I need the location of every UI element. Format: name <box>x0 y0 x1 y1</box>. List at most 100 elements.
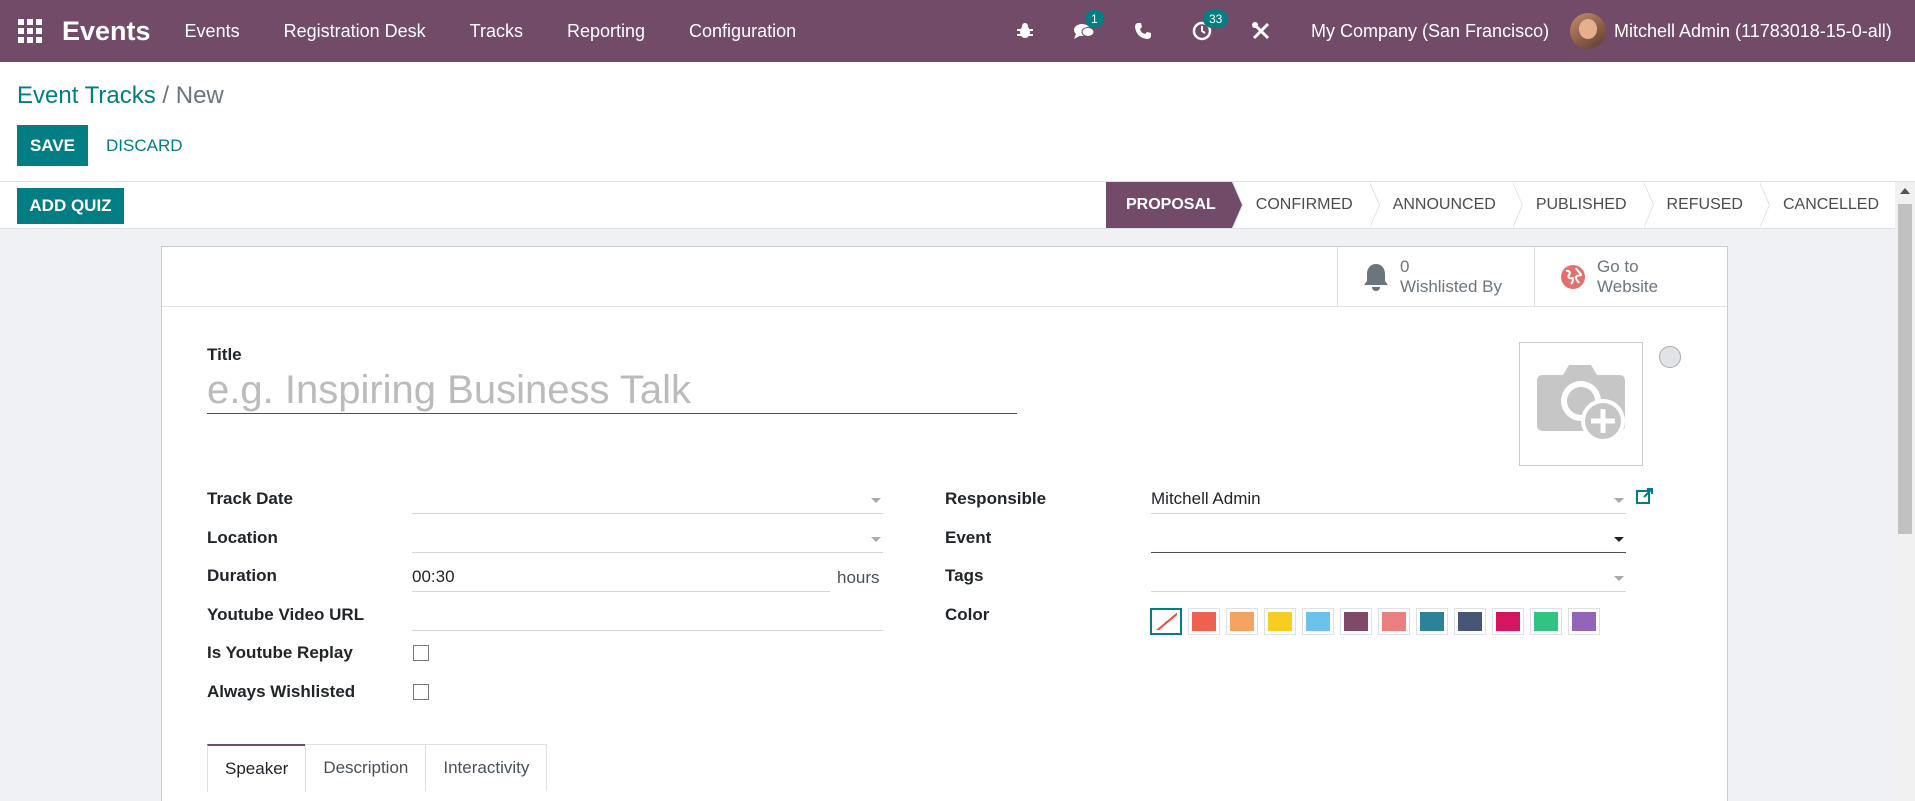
tab-description[interactable]: Description <box>305 744 427 791</box>
color-swatch[interactable] <box>1226 608 1258 635</box>
title-input[interactable] <box>207 368 1017 414</box>
youtube-url-label: Youtube Video URL <box>207 605 365 624</box>
stage-confirmed[interactable]: CONFIRMED <box>1232 182 1380 228</box>
wishlist-label: Wishlisted By <box>1400 277 1503 296</box>
menu-item-reporting[interactable]: Reporting <box>567 21 645 42</box>
tab-speaker[interactable]: Speaker <box>207 744 307 792</box>
user-menu[interactable]: Mitchell Admin (11783018-15-0-all) <box>1570 0 1892 62</box>
smart-button-box: 0 Wishlisted By Go to Website <box>162 247 1727 307</box>
chevron-down-icon <box>871 498 881 503</box>
tags-label: Tags <box>945 566 984 585</box>
youtube-replay-checkbox[interactable] <box>413 645 429 661</box>
website-line2: Website <box>1597 277 1659 296</box>
form-statusbar: ADD QUIZ PROPOSAL CONFIRMED ANNOUNCED PU… <box>0 182 1895 229</box>
youtube-url-input[interactable] <box>412 601 883 631</box>
bell-icon <box>1356 262 1396 292</box>
duration-label: Duration <box>207 566 277 585</box>
color-swatch[interactable] <box>1416 608 1448 635</box>
duration-unit: hours <box>837 568 880 587</box>
color-picker <box>1150 608 1606 635</box>
track-image-upload[interactable] <box>1519 342 1643 466</box>
kanban-state-indicator[interactable] <box>1659 346 1681 368</box>
company-switcher[interactable]: My Company (San Francisco) <box>1311 21 1549 42</box>
color-swatch[interactable] <box>1264 608 1296 635</box>
color-swatch[interactable] <box>1530 608 1562 635</box>
vertical-scrollbar[interactable] <box>1895 182 1915 801</box>
menu-item-events[interactable]: Events <box>185 21 240 42</box>
track-date-input[interactable] <box>412 484 883 514</box>
avatar <box>1570 13 1606 49</box>
track-date-label: Track Date <box>207 489 293 508</box>
systray: 1 33 My Company (San Francisco) <box>1010 0 1549 62</box>
stage-cancelled[interactable]: CANCELLED <box>1759 182 1895 228</box>
event-select[interactable] <box>1151 523 1626 553</box>
title-label: Title <box>207 345 242 364</box>
location-label: Location <box>207 528 278 547</box>
tab-interactivity[interactable]: Interactivity <box>425 744 548 791</box>
chevron-down-icon <box>871 537 881 542</box>
activity-clock-icon[interactable]: 33 <box>1187 10 1229 46</box>
add-quiz-button[interactable]: ADD QUIZ <box>17 188 124 224</box>
chevron-down-icon <box>1614 537 1624 542</box>
chevron-down-icon <box>1614 498 1624 503</box>
color-swatch[interactable] <box>1454 608 1486 635</box>
color-swatch-none[interactable] <box>1150 608 1182 635</box>
youtube-replay-label: Is Youtube Replay <box>207 643 353 662</box>
notebook-tabs: Speaker Description Interactivity <box>207 744 548 792</box>
app-brand[interactable]: Events <box>62 16 151 47</box>
wishlist-count: 0 <box>1400 257 1410 276</box>
wishlisted-by-button[interactable]: 0 Wishlisted By <box>1337 247 1534 307</box>
menu-item-registration-desk[interactable]: Registration Desk <box>284 21 426 42</box>
go-to-website-button[interactable]: Go to Website <box>1534 247 1727 307</box>
stage-pipeline: PROPOSAL CONFIRMED ANNOUNCED PUBLISHED R… <box>1106 182 1895 228</box>
bug-icon[interactable] <box>1010 16 1040 46</box>
chat-icon[interactable]: 1 <box>1069 10 1104 46</box>
color-swatch[interactable] <box>1568 608 1600 635</box>
camera-plus-icon <box>1537 365 1625 443</box>
always-wishlisted-label: Always Wishlisted <box>207 682 356 701</box>
duration-input[interactable]: 00:30 <box>412 562 830 592</box>
user-name: Mitchell Admin (11783018-15-0-all) <box>1614 20 1892 41</box>
color-swatch[interactable] <box>1340 608 1372 635</box>
color-swatch[interactable] <box>1302 608 1334 635</box>
chevron-down-icon <box>1614 576 1624 581</box>
tags-input[interactable] <box>1151 562 1626 592</box>
breadcrumb-current: New <box>175 82 224 109</box>
breadcrumb-parent[interactable]: Event Tracks <box>17 82 156 109</box>
control-panel: Event Tracks / New SAVE DISCARD <box>0 62 1915 182</box>
main-menu: Events Registration Desk Tracks Reportin… <box>185 21 841 42</box>
event-label: Event <box>945 528 992 547</box>
always-wishlisted-checkbox[interactable] <box>413 684 429 700</box>
stage-proposal[interactable]: PROPOSAL <box>1106 182 1243 228</box>
responsible-value: Mitchell Admin <box>1151 488 1261 508</box>
globe-icon <box>1553 264 1593 290</box>
website-line1: Go to <box>1597 257 1639 276</box>
form-sheet: 0 Wishlisted By Go to Website Title Trac… <box>161 246 1728 801</box>
color-label: Color <box>945 605 990 624</box>
top-navbar: Events Events Registration Desk Tracks R… <box>0 0 1915 62</box>
location-select[interactable] <box>412 523 883 553</box>
responsible-select[interactable]: Mitchell Admin <box>1151 484 1626 514</box>
duration-value: 00:30 <box>412 566 455 586</box>
phone-icon[interactable] <box>1128 16 1158 46</box>
stage-published[interactable]: PUBLISHED <box>1512 182 1654 228</box>
responsible-label: Responsible <box>945 489 1047 508</box>
stage-announced[interactable]: ANNOUNCED <box>1369 182 1523 228</box>
messages-badge: 1 <box>1085 10 1104 28</box>
breadcrumb: Event Tracks / New <box>17 82 224 110</box>
menu-item-configuration[interactable]: Configuration <box>689 21 796 42</box>
external-link-icon[interactable] <box>1636 487 1654 510</box>
discard-button[interactable]: DISCARD <box>100 125 189 166</box>
save-button[interactable]: SAVE <box>17 125 88 166</box>
scroll-up-arrow-icon[interactable] <box>1900 188 1910 194</box>
color-swatch[interactable] <box>1188 608 1220 635</box>
color-swatch[interactable] <box>1378 608 1410 635</box>
activity-badge: 33 <box>1203 10 1229 28</box>
breadcrumb-separator: / <box>155 82 176 109</box>
tools-icon[interactable] <box>1246 16 1276 46</box>
apps-menu-icon[interactable] <box>16 17 44 45</box>
menu-item-tracks[interactable]: Tracks <box>470 21 523 42</box>
color-swatch[interactable] <box>1492 608 1524 635</box>
stage-refused[interactable]: REFUSED <box>1643 182 1771 228</box>
scroll-thumb[interactable] <box>1898 204 1912 534</box>
